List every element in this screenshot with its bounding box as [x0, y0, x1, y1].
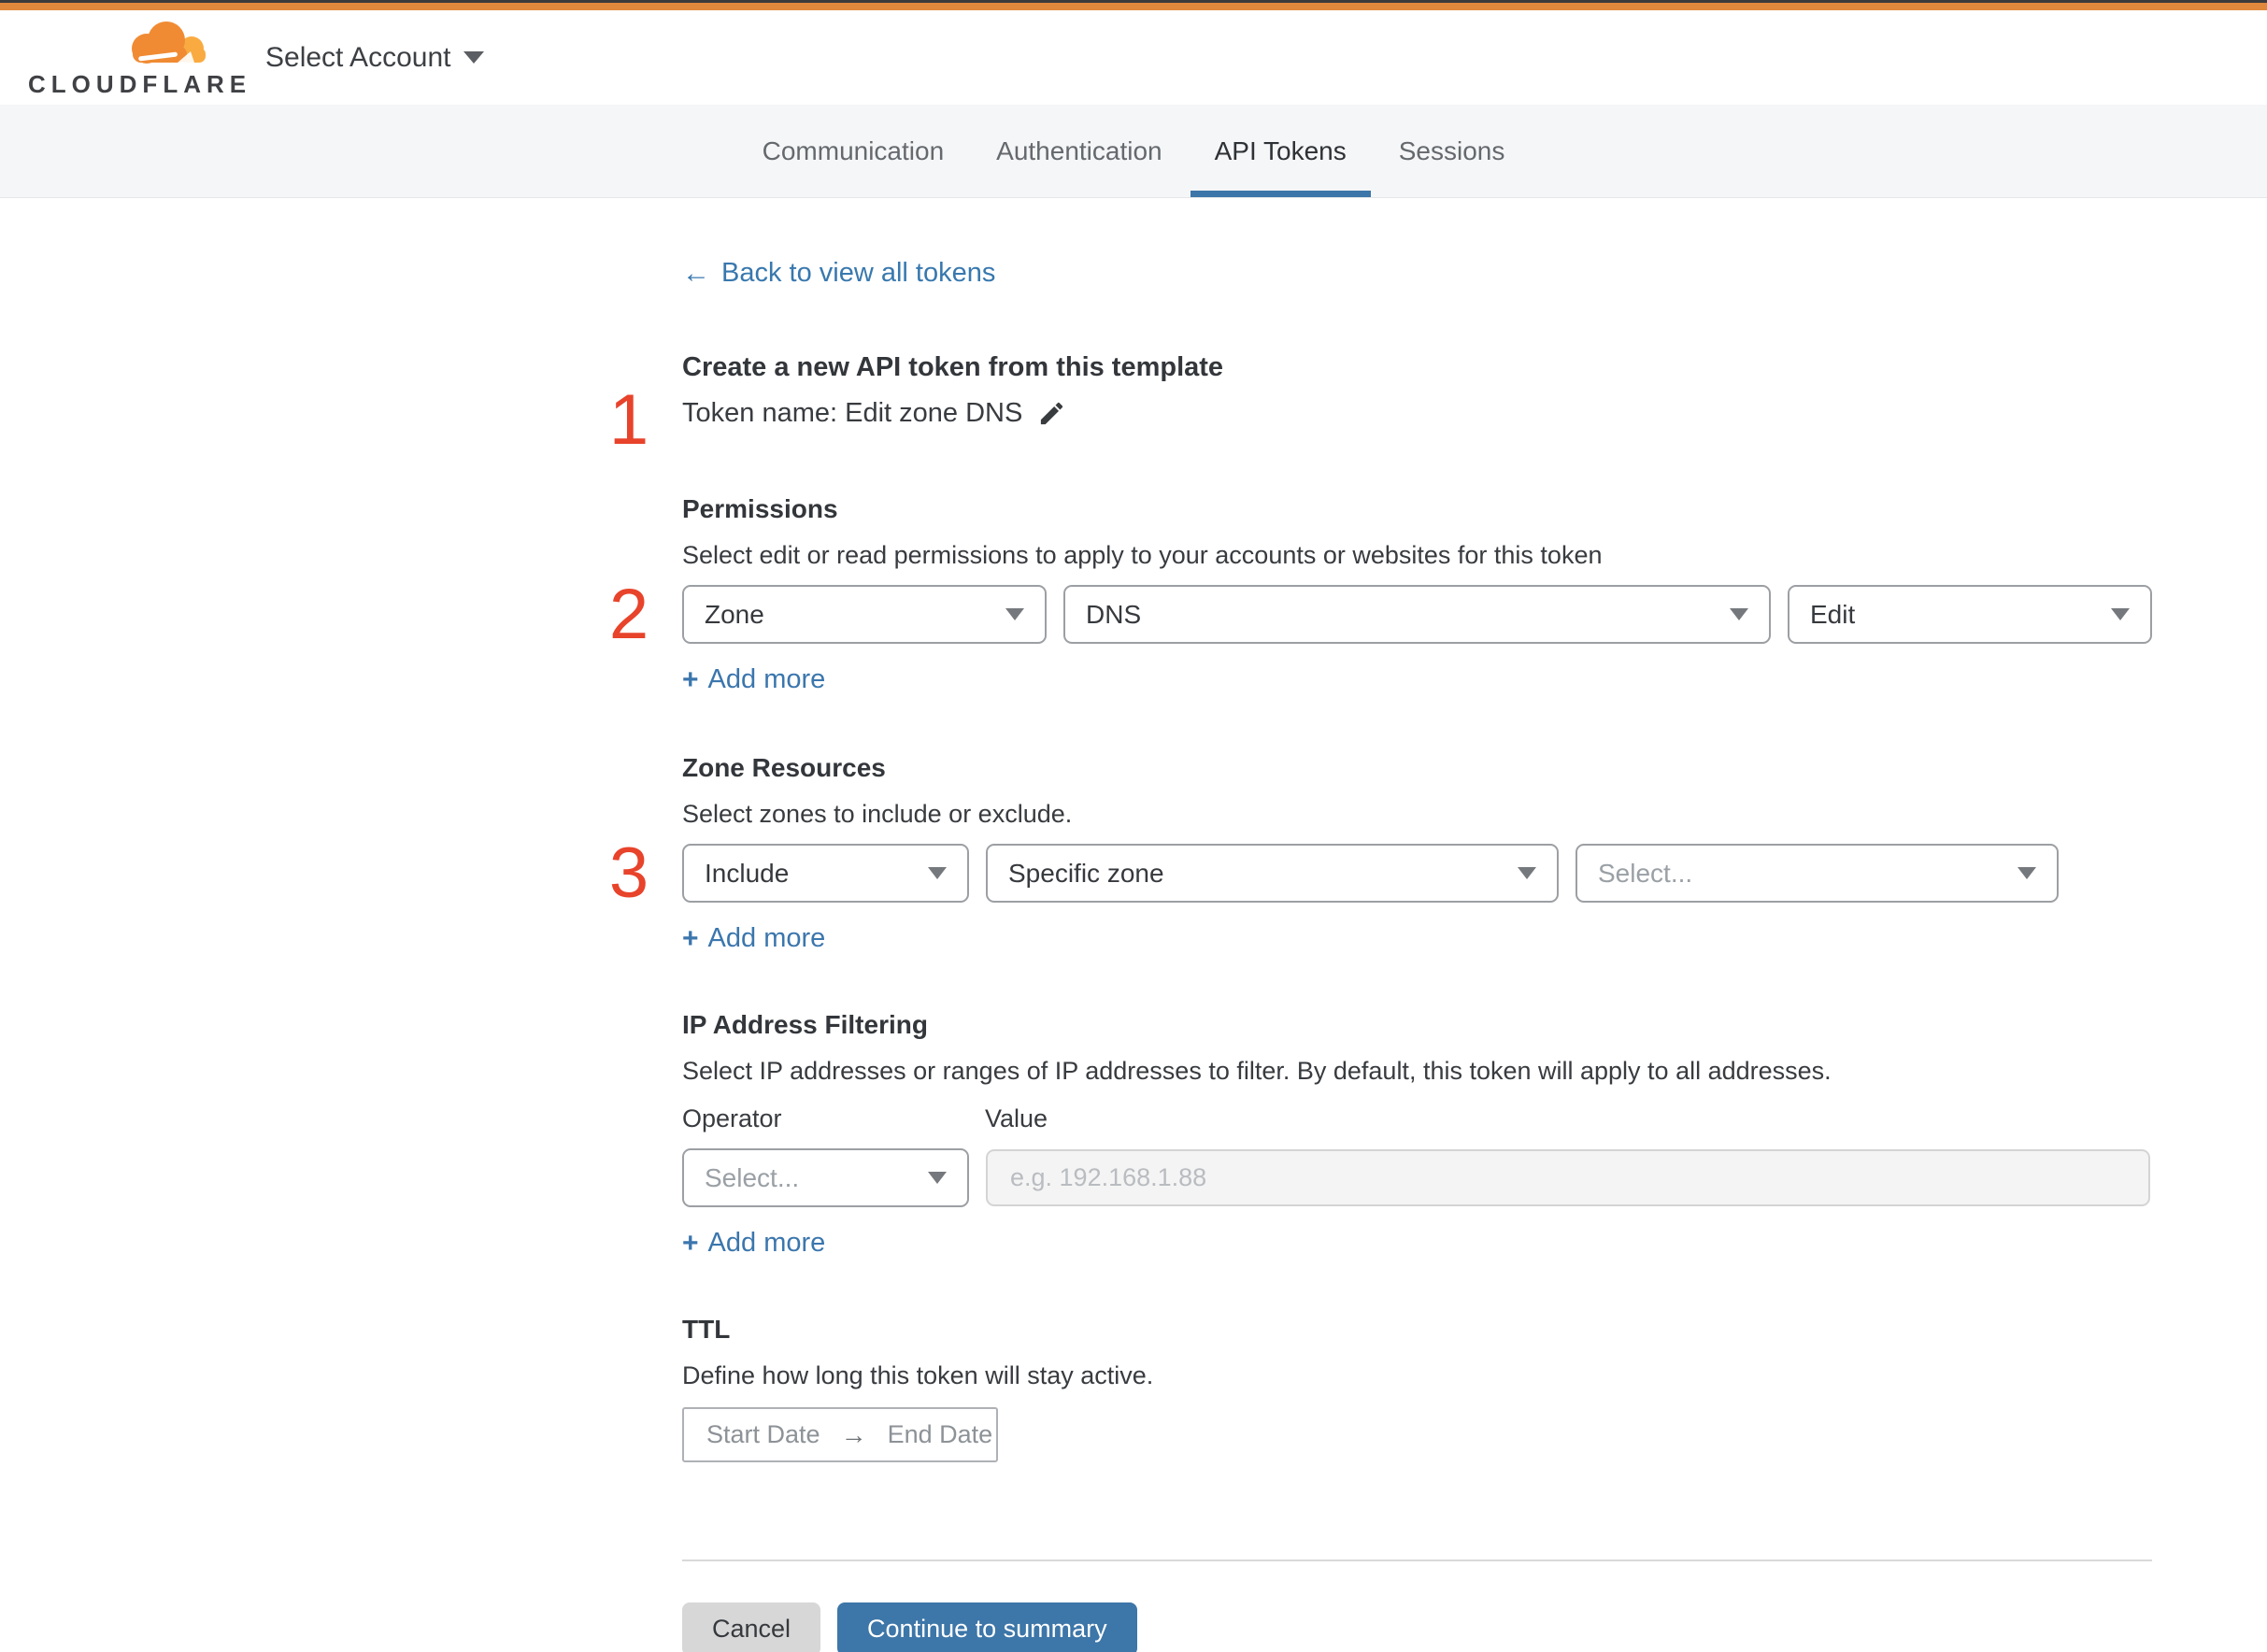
chevron-down-icon — [928, 867, 947, 879]
right-arrow-icon: → — [840, 1419, 867, 1449]
chevron-down-icon — [463, 51, 485, 64]
add-more-label: Add more — [707, 1228, 826, 1258]
select-value: Include — [705, 858, 790, 888]
add-more-label: Add more — [707, 923, 826, 953]
page-title: Create a new API token from this templat… — [682, 352, 1224, 382]
permissions-heading: Permissions — [682, 494, 838, 523]
tab-communication[interactable]: Communication — [738, 105, 969, 197]
zone-resources-row: 3 Include Specific zone Select... — [609, 837, 2152, 908]
token-name-text: Token name: Edit zone DNS — [682, 398, 1023, 428]
value-label: Value — [985, 1104, 1048, 1132]
permissions-section: Permissions Select edit or read permissi… — [609, 494, 2152, 695]
select-value: Edit — [1810, 599, 1856, 629]
back-link-label: Back to view all tokens — [721, 258, 996, 288]
start-date-placeholder: Start Date — [706, 1420, 820, 1448]
chevron-down-icon — [1518, 867, 1536, 879]
select-account-dropdown[interactable]: Select Account — [265, 41, 485, 74]
zone-mode-select[interactable]: Include — [682, 844, 969, 903]
tab-label: Communication — [762, 135, 945, 165]
zone-resources-description: Select zones to include or exclude. — [682, 800, 1073, 828]
end-date-placeholder: End Date — [887, 1420, 993, 1448]
permission-access-select[interactable]: Edit — [1788, 585, 2152, 644]
continue-to-summary-button[interactable]: Continue to summary — [837, 1602, 1137, 1652]
back-to-tokens-link[interactable]: ← Back to view all tokens — [682, 258, 995, 289]
chevron-down-icon — [2111, 608, 2130, 620]
zone-resources-add-more-button[interactable]: + Add more — [682, 923, 825, 954]
zone-resources-heading: Zone Resources — [682, 753, 886, 782]
plus-icon: + — [682, 922, 699, 954]
plus-icon: + — [682, 663, 699, 695]
tab-label: API Tokens — [1214, 135, 1347, 165]
add-more-label: Add more — [707, 664, 826, 694]
ttl-section: TTL Define how long this token will stay… — [682, 1315, 2152, 1462]
token-template-form: ← Back to view all tokens Create a new A… — [609, 198, 2152, 1652]
zone-picker-select[interactable]: Select... — [1575, 844, 2059, 903]
tab-authentication[interactable]: Authentication — [972, 105, 1186, 197]
ip-filtering-heading: IP Address Filtering — [682, 1010, 928, 1039]
step-number-3: 3 — [608, 833, 649, 913]
cloudflare-wordmark: CLOUDFLARE — [28, 69, 252, 98]
token-name-row: 1 Token name: Edit zone DNS — [609, 385, 2152, 456]
permission-service-select[interactable]: DNS — [1063, 585, 1771, 644]
step-number-1: 1 — [608, 380, 649, 460]
select-account-label: Select Account — [265, 41, 451, 73]
zone-type-select[interactable]: Specific zone — [986, 844, 1559, 903]
select-placeholder: Select... — [1598, 858, 1693, 888]
step-number-2: 2 — [608, 574, 649, 654]
profile-tab-bar: Communication Authentication API Tokens … — [0, 105, 2267, 198]
operator-label: Operator — [682, 1104, 782, 1132]
ttl-heading: TTL — [682, 1315, 731, 1344]
select-value: Specific zone — [1008, 858, 1164, 888]
ip-filtering-labels: Operator Value — [682, 1104, 2152, 1133]
plus-icon: + — [682, 1227, 699, 1259]
ip-value-input — [986, 1149, 2150, 1206]
back-arrow-icon: ← — [682, 257, 710, 289]
chevron-down-icon — [1005, 608, 1024, 620]
permissions-description: Select edit or read permissions to apply… — [682, 541, 1603, 569]
permissions-row: 2 Zone DNS Edit — [609, 578, 2152, 649]
ttl-date-range-picker[interactable]: Start Date → End Date — [682, 1407, 998, 1462]
ip-filtering-add-more-button[interactable]: + Add more — [682, 1228, 825, 1259]
tab-label: Sessions — [1398, 135, 1505, 165]
ip-filtering-row: Select... — [682, 1148, 2152, 1207]
select-placeholder: Select... — [705, 1162, 800, 1192]
permission-scope-select[interactable]: Zone — [682, 585, 1047, 644]
chevron-down-icon — [1730, 608, 1748, 620]
cancel-button[interactable]: Cancel — [682, 1602, 821, 1652]
ip-filtering-description: Select IP addresses or ranges of IP addr… — [682, 1057, 1832, 1085]
operator-select[interactable]: Select... — [682, 1148, 969, 1207]
ip-filtering-section: IP Address Filtering Select IP addresses… — [682, 1010, 2152, 1259]
cloudflare-logo[interactable]: CLOUDFLARE — [28, 20, 252, 98]
zone-resources-section: Zone Resources Select zones to include o… — [609, 753, 2152, 954]
ttl-description: Define how long this token will stay act… — [682, 1361, 1154, 1389]
edit-pencil-icon[interactable] — [1037, 399, 1066, 428]
permissions-add-more-button[interactable]: + Add more — [682, 664, 825, 695]
tab-api-tokens[interactable]: API Tokens — [1190, 105, 1371, 197]
footer-actions: Cancel Continue to summary — [682, 1602, 2152, 1652]
footer-divider — [682, 1559, 2152, 1561]
chevron-down-icon — [928, 1172, 947, 1184]
select-value: Zone — [705, 599, 764, 629]
tab-sessions[interactable]: Sessions — [1375, 105, 1530, 197]
chevron-down-icon — [2017, 867, 2036, 879]
tab-label: Authentication — [996, 135, 1162, 165]
cloudflare-cloud-icon — [132, 21, 206, 64]
app-header: CLOUDFLARE Select Account — [0, 10, 2267, 105]
brand-top-bar — [0, 3, 2267, 10]
select-value: DNS — [1086, 599, 1142, 629]
